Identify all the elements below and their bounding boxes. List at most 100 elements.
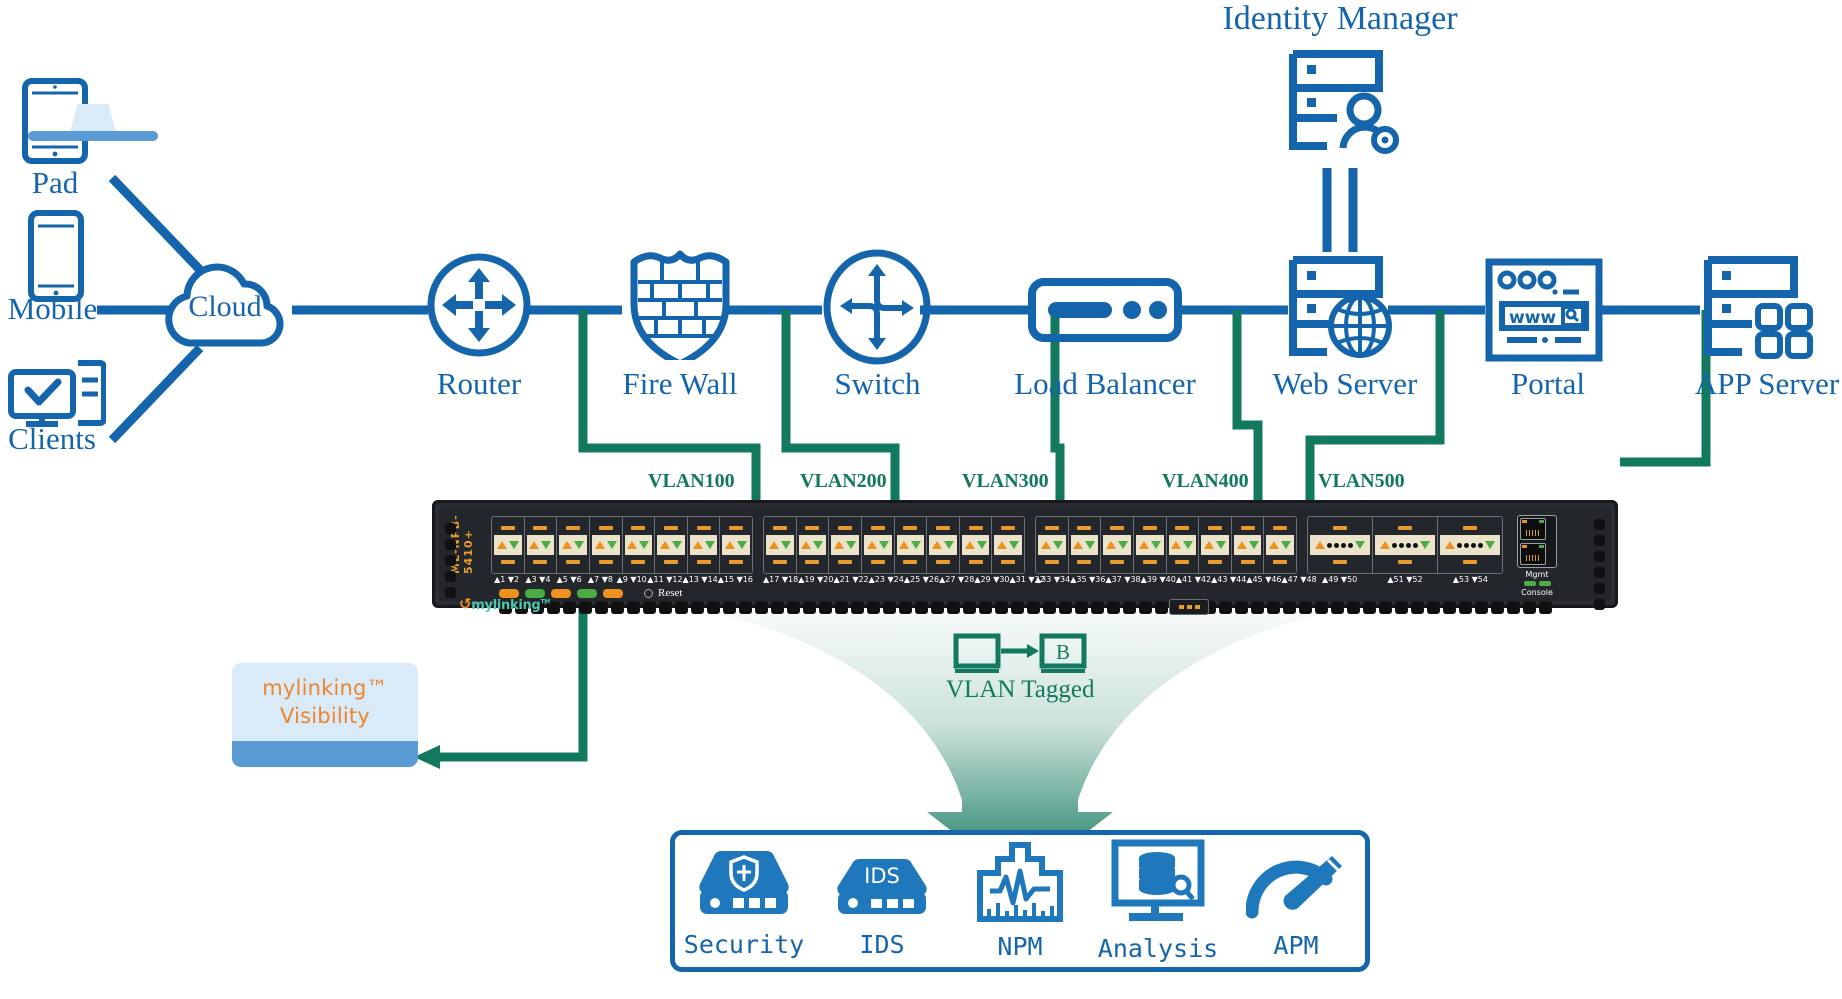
sfp-cage-lower [960, 556, 992, 569]
network-packet-broker-appliance[interactable]: ML-NPB-5410+ ▲1 ▼2 ▲3 ▼4 ▲5 ▼6 ▲7 ▼8 ▲9 ▼10 ▲… [432, 500, 1618, 615]
visibility-sub-line: Visibility [279, 704, 370, 728]
sfp-cage-upper [1264, 521, 1296, 534]
vent-hole [627, 601, 640, 614]
sfp-cage-lower [895, 556, 927, 569]
sfp-port-cage[interactable] [992, 517, 1024, 573]
tool-label-ids: IDS [859, 930, 905, 959]
sfp-port-cage[interactable] [492, 517, 525, 573]
tool-security[interactable]: Security [680, 843, 808, 959]
sfp-cage-lower [992, 556, 1024, 569]
sfp-port-cage[interactable] [829, 517, 862, 573]
vlan-tag-flow-icon: B [953, 633, 1087, 675]
vent-hole [595, 601, 608, 614]
port-bank-49-54[interactable] [1307, 516, 1503, 574]
vlan-label-300: VLAN300 [962, 470, 1049, 492]
port-number-pair: ▲13 ▼14 [682, 575, 718, 584]
console-rj45-port[interactable] [1520, 543, 1546, 565]
sfp-port-cage[interactable] [1438, 517, 1502, 573]
sfp-port-cage[interactable] [1069, 517, 1102, 573]
sfp-port-cage[interactable] [688, 517, 721, 573]
vent-hole [867, 601, 880, 614]
sfp-port-cage[interactable] [1373, 517, 1438, 573]
mgmt-console-block[interactable]: Mgmt Console [1517, 515, 1557, 597]
sfp-cage-upper [1199, 521, 1231, 534]
vent-hole [1315, 601, 1328, 614]
sfp-port-cage[interactable] [797, 517, 830, 573]
sfp-port-cage[interactable] [895, 517, 928, 573]
tool-npm[interactable]: NPM [956, 841, 1084, 961]
link-appliance-visibility [440, 608, 588, 762]
vent-hole [659, 601, 672, 614]
tool-analysis[interactable]: Analysis [1094, 839, 1222, 963]
port-bank-17-32[interactable] [763, 516, 1025, 574]
sfp-cage-upper [720, 521, 752, 534]
sfp-cage-upper [1438, 521, 1502, 534]
sfp-port-cage[interactable] [862, 517, 895, 573]
vent-hole [1331, 601, 1344, 614]
port-number-pair: ▲53 ▼54 [1452, 575, 1488, 584]
vent-hole [771, 601, 784, 614]
sfp-port-cage[interactable] [590, 517, 623, 573]
sfp-link-leds [994, 535, 1022, 555]
tool-apm[interactable]: APM [1232, 842, 1360, 960]
sfp-cage-upper [895, 521, 927, 534]
reset-button[interactable]: Reset [644, 587, 682, 599]
reset-pinhole-icon[interactable] [644, 588, 653, 598]
sfp-cage-lower [1308, 556, 1372, 569]
sfp-cage-lower [492, 556, 524, 569]
label-load-balancer: Load Balancer [1014, 366, 1196, 401]
sfp-port-cage[interactable] [1232, 517, 1265, 573]
vent-hole [675, 601, 688, 614]
sfp-port-cage[interactable] [623, 517, 656, 573]
tool-ids[interactable]: IDS IDS [818, 843, 946, 959]
sfp-cage-upper [623, 521, 655, 534]
sfp-cage-upper [960, 521, 992, 534]
visibility-monitor: mylinking™ Visibility [232, 663, 418, 767]
sfp-port-cage[interactable] [720, 517, 752, 573]
sfp-port-cage[interactable] [655, 517, 688, 573]
vent-hole [1267, 601, 1280, 614]
vent-hole [723, 601, 736, 614]
sfp-link-leds [1103, 535, 1131, 555]
vent-hole [1379, 601, 1392, 614]
vent-hole [835, 601, 848, 614]
status-led [577, 589, 597, 598]
sfp-port-cage[interactable] [1308, 517, 1373, 573]
sfp-port-cage[interactable] [1036, 517, 1069, 573]
port-numbers-49-54: ▲49 ▼50 ▲51 ▼52 ▲53 ▼54 [1307, 575, 1503, 588]
port-bank-33-48[interactable] [1035, 516, 1297, 574]
sfp-port-cage[interactable] [1167, 517, 1200, 573]
router-icon [426, 252, 532, 358]
port-bank-1-16[interactable] [491, 516, 753, 574]
sfp-link-leds [1266, 535, 1294, 555]
port-number-pair: ▲3 ▼4 [525, 575, 551, 584]
sfp-port-cage[interactable] [927, 517, 960, 573]
sfp-port-cage[interactable] [1101, 517, 1134, 573]
label-switch: Switch [834, 366, 921, 401]
sfp-link-leds [689, 535, 718, 555]
vent-hole [1491, 601, 1504, 614]
tool-label-analysis: Analysis [1097, 934, 1219, 963]
sfp-port-cage[interactable] [1199, 517, 1232, 573]
sfp-cage-lower [1101, 556, 1133, 569]
port-number-pair: ▲9 ▼10 [616, 575, 647, 584]
sfp-port-cage[interactable] [557, 517, 590, 573]
vent-hole [1299, 601, 1312, 614]
vent-hole [1443, 601, 1456, 614]
port-number-pair: ▲51 ▼52 [1387, 575, 1423, 584]
sfp-cage-lower [862, 556, 894, 569]
sfp-port-cage[interactable] [525, 517, 558, 573]
sfp-port-cage[interactable] [1134, 517, 1167, 573]
sfp-cage-upper [525, 521, 557, 534]
sfp-cage-upper [1167, 521, 1199, 534]
mgmt-rj45-port[interactable] [1520, 518, 1546, 540]
npm-waveform-icon [974, 841, 1066, 928]
vent-hole [1043, 601, 1056, 614]
sfp-link-leds [1440, 535, 1500, 555]
vent-hole [931, 601, 944, 614]
sfp-port-cage[interactable] [1264, 517, 1296, 573]
sfp-port-cage[interactable] [960, 517, 993, 573]
sfp-link-leds [1135, 535, 1164, 555]
sfp-port-cage[interactable] [764, 517, 797, 573]
sfp-cage-lower [1373, 556, 1437, 569]
